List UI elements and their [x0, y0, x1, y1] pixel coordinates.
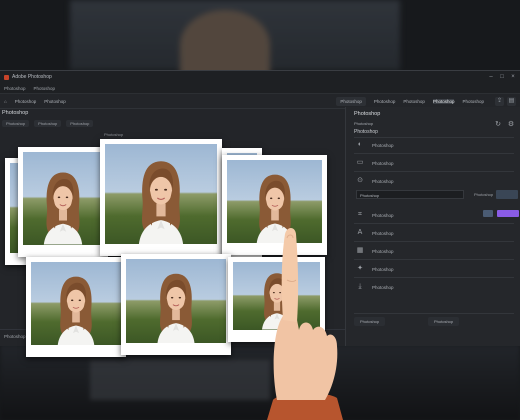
crop-icon: ⌗	[358, 211, 362, 218]
window-title: Adobe Photoshop	[12, 74, 52, 80]
background-strip	[90, 360, 270, 400]
photo-card[interactable]	[100, 139, 222, 256]
panel-section-label: Photoshop	[354, 129, 378, 135]
home-icon[interactable]: ⌂	[4, 99, 7, 104]
settings-row: Photoshop Photoshop	[356, 190, 518, 200]
panel-item[interactable]: ⊙ Photoshop	[356, 177, 394, 185]
panel-icon[interactable]: ▤	[507, 96, 516, 106]
tab[interactable]: Photoshop	[336, 96, 366, 106]
panel-item[interactable]: ⤓ Photoshop	[356, 283, 394, 291]
title-bar: Adobe Photoshop – □ ×	[0, 71, 520, 83]
export-icon: ⤓	[358, 283, 362, 290]
divider	[354, 223, 514, 224]
menu-bar: Photoshop Photoshop	[0, 83, 520, 94]
properties-panel: Photoshop Photoshop Photoshop ↻ ⚙ ◐ Phot…	[345, 107, 520, 346]
photo-image	[23, 152, 103, 245]
menu-item[interactable]: Photoshop	[4, 86, 26, 91]
panel-item-label: Photoshop	[372, 266, 394, 272]
image-icon: ▦	[356, 247, 364, 254]
toolbar-item[interactable]: Photoshop	[15, 99, 37, 104]
portrait-woman	[43, 172, 83, 245]
panel-item-label: Photoshop	[372, 248, 394, 254]
panel-item[interactable]: ⌗ Photoshop	[356, 211, 394, 219]
pane-title: Photoshop	[2, 110, 29, 116]
settings-icon[interactable]: ⚙	[507, 121, 515, 129]
divider	[354, 259, 514, 260]
panel-item-label: Photoshop	[372, 160, 394, 166]
divider	[354, 277, 514, 278]
panel-item-label: Photoshop	[372, 230, 394, 236]
panel-item-label: Photoshop	[372, 212, 394, 218]
divider	[354, 313, 514, 314]
divider	[354, 137, 514, 138]
background-monitor	[70, 0, 400, 80]
setting-dropdown[interactable]	[496, 190, 518, 199]
portrait-woman	[138, 160, 184, 244]
panel-item[interactable]: ▭ Photoshop	[356, 159, 394, 167]
sub-toolbar-button[interactable]: Photoshop	[2, 120, 30, 127]
panel-title: Photoshop	[354, 111, 381, 117]
photo-image	[31, 262, 121, 345]
text-icon: A	[357, 229, 363, 236]
tab[interactable]: Photoshop	[462, 99, 484, 104]
menu-item[interactable]: Photoshop	[34, 86, 56, 91]
contrast-icon: ◐	[357, 141, 363, 148]
pointing-hand	[267, 228, 343, 420]
share-icon[interactable]: ⇪	[495, 96, 504, 106]
photo-image	[126, 259, 226, 343]
maximize-icon[interactable]: □	[499, 74, 505, 80]
refresh-icon[interactable]: ↻	[494, 121, 502, 129]
layers-icon: ▭	[356, 159, 364, 166]
divider	[354, 241, 514, 242]
sub-toolbar-button[interactable]: Photoshop	[66, 120, 94, 127]
panel-item-label: Photoshop	[372, 284, 394, 290]
portrait-woman	[156, 272, 196, 343]
panel-item-label: Photoshop	[372, 142, 394, 148]
setting-label: Photoshop	[474, 192, 494, 197]
setting-field[interactable]: Photoshop	[356, 190, 464, 199]
panel-item[interactable]: ✦ Photoshop	[356, 265, 394, 273]
sub-toolbar-button[interactable]: Photoshop	[34, 120, 62, 127]
effects-icon: ✦	[357, 265, 363, 272]
photo-image	[105, 144, 217, 244]
panel-item[interactable]: ◐ Photoshop	[356, 141, 394, 149]
minimize-icon[interactable]: –	[488, 74, 494, 80]
photo-card[interactable]	[121, 254, 231, 355]
toggle-button[interactable]	[483, 210, 493, 217]
canvas-caption: Photoshop	[104, 132, 124, 137]
app-logo-icon	[4, 74, 9, 80]
photo-card[interactable]	[26, 257, 126, 357]
portrait-woman	[57, 275, 95, 345]
close-icon[interactable]: ×	[510, 74, 516, 80]
tab[interactable]: Photoshop	[374, 99, 396, 104]
sub-toolbar: Photoshop Photoshop Photoshop	[2, 120, 98, 127]
tab[interactable]: Photoshop	[403, 99, 425, 104]
apply-button[interactable]	[497, 210, 519, 217]
panel-subtitle: Photoshop	[354, 121, 374, 126]
footer-button[interactable]: Photoshop	[428, 317, 460, 326]
panel-item-label: Photoshop	[372, 178, 394, 184]
panel-item[interactable]: ▦ Photoshop	[356, 247, 394, 255]
photo-card[interactable]	[18, 147, 108, 257]
tab-active[interactable]: Photoshop	[432, 98, 455, 104]
toolbar-item[interactable]: Photoshop	[44, 99, 66, 104]
divider	[354, 171, 514, 172]
adjust-icon: ⊙	[357, 177, 363, 184]
status-label: Photoshop	[4, 334, 26, 339]
footer-button[interactable]: Photoshop	[354, 317, 386, 326]
panel-icons: ↻ ⚙	[489, 121, 515, 129]
panel-item[interactable]: A Photoshop	[356, 229, 394, 237]
divider	[354, 153, 514, 154]
